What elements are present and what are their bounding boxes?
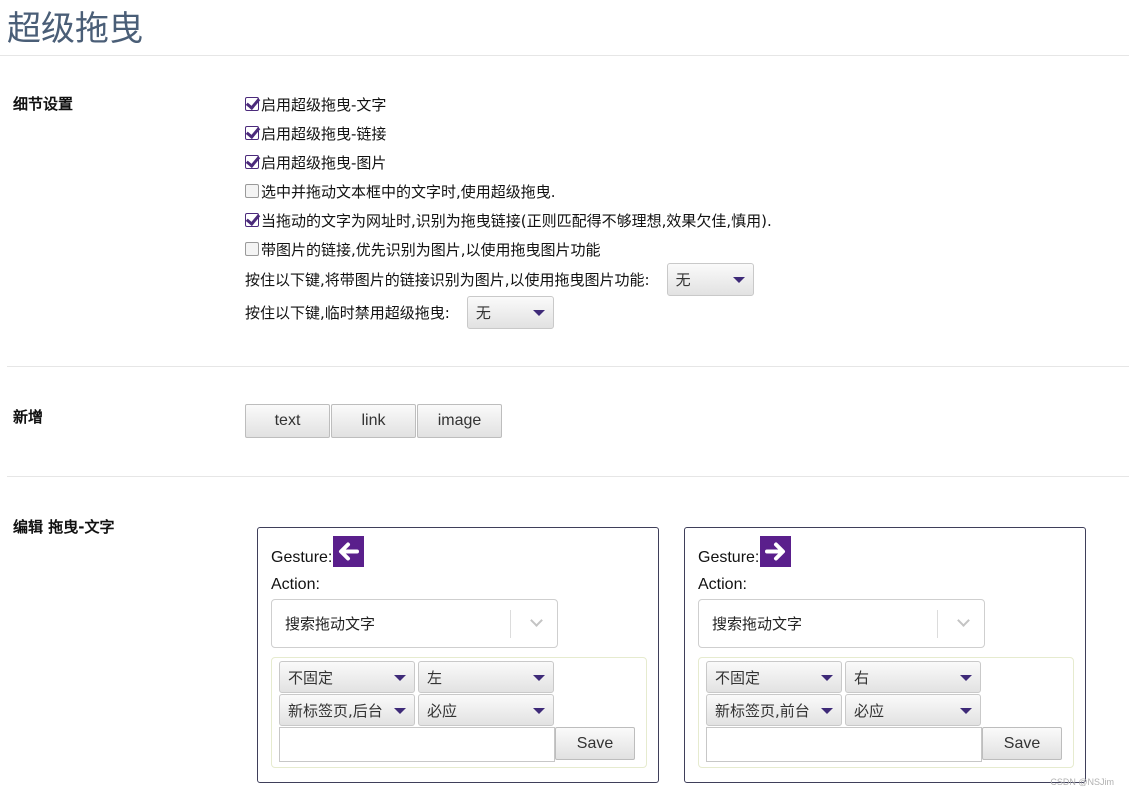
- action-value: 搜索拖动文字: [285, 615, 376, 633]
- option-label: 启用超级拖曳-文字: [261, 95, 387, 114]
- action-value: 搜索拖动文字: [712, 615, 803, 633]
- option-label: 带图片的链接,优先识别为图片,以使用拖曳图片功能: [261, 240, 601, 259]
- select-value: 必应: [427, 701, 458, 720]
- section-divider: [7, 476, 1129, 477]
- dropdown-caret-icon: [821, 675, 833, 681]
- gesture-row: Gesture:: [698, 536, 792, 567]
- rule-options-box: 不固定 右 新标签页,前台 必应 Save: [698, 657, 1074, 768]
- dropdown-caret-icon: [960, 708, 972, 714]
- title-divider: [0, 55, 1129, 56]
- add-text-button[interactable]: text: [245, 404, 330, 438]
- checkbox[interactable]: [245, 155, 259, 169]
- dropdown-caret-icon: [394, 675, 406, 681]
- section-divider: [7, 366, 1129, 367]
- action-label: Action:: [271, 576, 320, 593]
- action-select[interactable]: 搜索拖动文字: [698, 599, 985, 648]
- option-enable-image[interactable]: 启用超级拖曳-图片: [245, 151, 386, 173]
- option-label: 选中并拖动文本框中的文字时,使用超级拖曳.: [261, 182, 556, 201]
- checkbox[interactable]: [245, 213, 259, 227]
- disable-key-setting: 按住以下键,临时禁用超级拖曳: 无: [245, 296, 554, 329]
- arrow-left-icon: [333, 536, 365, 567]
- image-link-key-label: 按住以下键,将带图片的链接识别为图片,以使用拖曳图片功能:: [245, 271, 650, 289]
- rule-text-input[interactable]: [279, 727, 555, 762]
- dropdown-caret-icon: [821, 708, 833, 714]
- section-label-details: 细节设置: [13, 95, 74, 113]
- add-link-button[interactable]: link: [331, 404, 416, 438]
- page-title: 超级拖曳: [7, 9, 143, 49]
- chevron-down-icon: [530, 614, 543, 627]
- image-link-key-setting: 按住以下键,将带图片的链接识别为图片,以使用拖曳图片功能: 无: [245, 263, 754, 296]
- gesture-label: Gesture:: [271, 549, 333, 566]
- option-url-as-link[interactable]: 当拖动的文字为网址时,识别为拖曳链接(正则匹配得不够理想,效果欠佳,慎用).: [245, 209, 772, 231]
- position-select[interactable]: 不固定: [279, 661, 415, 693]
- option-image-link-priority[interactable]: 带图片的链接,优先识别为图片,以使用拖曳图片功能: [245, 238, 601, 260]
- disable-key-label: 按住以下键,临时禁用超级拖曳:: [245, 304, 450, 322]
- select-value: 不固定: [715, 668, 761, 687]
- watermark: CSDN @NSJim: [1050, 777, 1114, 787]
- gesture-row: Gesture:: [271, 536, 365, 567]
- save-button[interactable]: Save: [555, 727, 635, 760]
- select-value: 右: [854, 668, 870, 687]
- option-label: 当拖动的文字为网址时,识别为拖曳链接(正则匹配得不够理想,效果欠佳,慎用).: [261, 211, 772, 230]
- dropdown-caret-icon: [533, 708, 545, 714]
- arrow-right-icon: [760, 536, 792, 567]
- direction-select[interactable]: 右: [845, 661, 981, 693]
- option-enable-text[interactable]: 启用超级拖曳-文字: [245, 93, 386, 115]
- checkbox[interactable]: [245, 242, 259, 256]
- open-mode-select[interactable]: 新标签页,后台: [279, 694, 415, 726]
- direction-select[interactable]: 左: [418, 661, 554, 693]
- checkbox[interactable]: [245, 97, 259, 111]
- select-separator: [510, 610, 511, 638]
- rule-options-box: 不固定 左 新标签页,后台 必应 Save: [271, 657, 647, 768]
- select-value: 必应: [854, 701, 885, 720]
- select-value: 左: [427, 668, 443, 687]
- option-enable-link[interactable]: 启用超级拖曳-链接: [245, 122, 386, 144]
- checkbox[interactable]: [245, 126, 259, 140]
- action-select[interactable]: 搜索拖动文字: [271, 599, 558, 648]
- dropdown-caret-icon: [960, 675, 972, 681]
- option-label: 启用超级拖曳-图片: [261, 153, 387, 172]
- search-engine-select[interactable]: 必应: [845, 694, 981, 726]
- section-label-add: 新增: [13, 408, 44, 426]
- select-value: 新标签页,前台: [715, 701, 810, 720]
- rule-text-input[interactable]: [706, 727, 982, 762]
- image-link-key-select[interactable]: 无: [666, 263, 754, 296]
- gesture-card-left: Gesture: Action: 搜索拖动文字 不固定 左 新标签页,后台 必应…: [257, 527, 659, 783]
- select-value: 无: [475, 304, 491, 322]
- dropdown-caret-icon: [394, 708, 406, 714]
- section-label-edit: 编辑 拖曳-文字: [13, 518, 115, 536]
- select-separator: [937, 610, 938, 638]
- search-engine-select[interactable]: 必应: [418, 694, 554, 726]
- open-mode-select[interactable]: 新标签页,前台: [706, 694, 842, 726]
- action-label: Action:: [698, 576, 747, 593]
- dropdown-caret-icon: [533, 675, 545, 681]
- position-select[interactable]: 不固定: [706, 661, 842, 693]
- dropdown-caret-icon: [532, 310, 545, 316]
- option-label: 启用超级拖曳-链接: [261, 124, 387, 143]
- chevron-down-icon: [957, 614, 970, 627]
- disable-key-select[interactable]: 无: [466, 296, 554, 329]
- dropdown-caret-icon: [732, 277, 745, 283]
- checkbox[interactable]: [245, 184, 259, 198]
- gesture-card-right: Gesture: Action: 搜索拖动文字 不固定 右 新标签页,前台 必应…: [684, 527, 1086, 783]
- select-value: 不固定: [288, 668, 334, 687]
- select-value: 无: [675, 271, 691, 289]
- select-value: 新标签页,后台: [288, 701, 383, 720]
- option-textbox-drag[interactable]: 选中并拖动文本框中的文字时,使用超级拖曳.: [245, 180, 556, 202]
- gesture-label: Gesture:: [698, 549, 760, 566]
- save-button[interactable]: Save: [982, 727, 1062, 760]
- add-image-button[interactable]: image: [417, 404, 502, 438]
